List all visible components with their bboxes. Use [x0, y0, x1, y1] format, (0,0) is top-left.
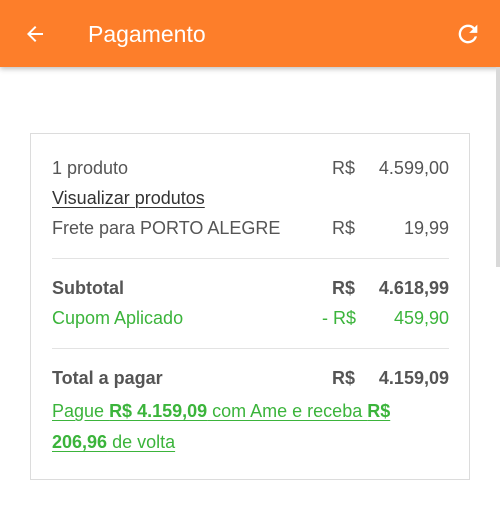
subtotal-label: Subtotal — [52, 278, 124, 298]
total-row: Total a pagar R$ 4.159,09 — [52, 368, 449, 396]
ame-middle: com Ame e receba — [207, 401, 368, 421]
scrollbar[interactable] — [496, 67, 500, 267]
refresh-icon — [458, 24, 478, 44]
ame-suffix: de volta — [107, 432, 176, 452]
products-currency: R$ — [332, 158, 356, 178]
order-summary-card: 1 produto R$ 4.599,00 Visualizar produto… — [30, 133, 470, 480]
back-button[interactable] — [20, 19, 50, 49]
ame-prefix: Pague — [52, 401, 110, 421]
shipping-row: Frete para PORTO ALEGRE R$ 19,99 — [52, 218, 449, 246]
total-currency: R$ — [332, 368, 356, 388]
subtotal-currency: R$ — [332, 278, 356, 298]
ame-cashback-link[interactable]: Pague R$ 4.159,09 com Ame e receba R$ 20… — [52, 396, 447, 458]
refresh-button[interactable] — [452, 18, 484, 50]
arrow-left-icon — [27, 26, 43, 42]
coupon-label: Cupom Aplicado — [52, 308, 184, 328]
page-title: Pagamento — [88, 21, 206, 47]
total-label: Total a pagar — [52, 368, 163, 388]
shipping-currency: R$ — [332, 218, 356, 238]
shipping-label: Frete para PORTO ALEGRE — [52, 218, 281, 238]
total-amount: 4.159,09 — [378, 368, 449, 388]
divider — [52, 258, 449, 259]
products-row: 1 produto R$ 4.599,00 — [52, 158, 449, 186]
coupon-currency: - R$ — [322, 308, 357, 328]
products-amount: 4.599,00 — [378, 158, 449, 178]
subtotal-row: Subtotal R$ 4.618,99 — [52, 278, 449, 306]
view-products-link[interactable]: Visualizar produtos — [52, 188, 205, 209]
coupon-amount: 459,90 — [393, 308, 449, 328]
products-label: 1 produto — [52, 158, 129, 178]
divider — [52, 348, 449, 349]
ame-pay-amount: R$ 4.159,09 — [109, 401, 208, 421]
app-bar: Pagamento — [0, 0, 500, 67]
shipping-amount: 19,99 — [403, 218, 449, 238]
coupon-row: Cupom Aplicado - R$ 459,90 — [52, 308, 449, 336]
subtotal-amount: 4.618,99 — [378, 278, 449, 298]
